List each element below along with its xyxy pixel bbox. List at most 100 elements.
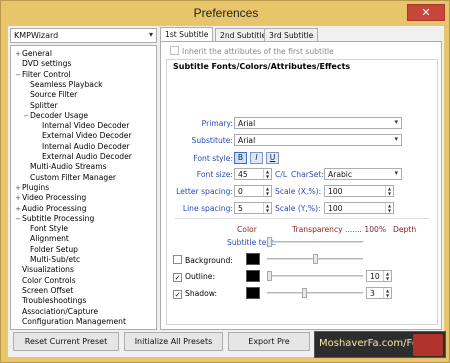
- background-transparency-slider[interactable]: [267, 254, 363, 264]
- background-color-swatch[interactable]: [246, 253, 260, 265]
- export-presets-button[interactable]: Export Pre: [228, 332, 310, 351]
- expander-icon[interactable]: +: [14, 183, 22, 193]
- tree-item[interactable]: −Filter Control: [14, 70, 71, 80]
- tree-item[interactable]: +General: [14, 49, 52, 59]
- tree-item[interactable]: Alignment: [22, 234, 69, 244]
- background-checkbox-box[interactable]: [173, 255, 182, 264]
- line-spacing-value: 5: [238, 204, 243, 213]
- scale-y-label: Scale (Y,%):: [275, 204, 321, 213]
- spinner-arrows-icon[interactable]: ▲ ▼: [385, 203, 393, 213]
- tree-item[interactable]: Font Style: [22, 224, 68, 234]
- tree-item[interactable]: Color Controls: [14, 276, 76, 286]
- subtitle-text-transparency-slider[interactable]: [267, 237, 363, 247]
- font-style-label: Font style:: [193, 154, 233, 163]
- tree-item[interactable]: External Audio Decoder: [34, 152, 132, 162]
- expander-icon[interactable]: +: [14, 49, 22, 59]
- spinner-arrows-icon[interactable]: ▲ ▼: [263, 169, 271, 179]
- tree-item[interactable]: External Video Decoder: [34, 131, 132, 141]
- expander-icon[interactable]: −: [14, 214, 22, 224]
- slider-thumb[interactable]: [302, 288, 307, 298]
- slider-thumb[interactable]: [313, 254, 318, 264]
- outline-label: Outline:: [185, 272, 216, 281]
- reset-current-preset-button[interactable]: Reset Current Preset: [13, 332, 119, 351]
- primary-font-label: Primary:: [201, 119, 233, 128]
- preferences-window: Preferences ✕ KMPWizard ▾ +General DVD se…: [0, 0, 450, 363]
- outline-checkbox-box[interactable]: ✓: [173, 273, 182, 282]
- tree-item[interactable]: +Video Processing: [14, 193, 86, 203]
- spinner-arrows-icon[interactable]: ▲ ▼: [263, 203, 271, 213]
- chevron-down-icon: ▾: [394, 169, 398, 177]
- tree-item[interactable]: Internal Video Decoder: [34, 121, 129, 131]
- tree-item[interactable]: Troubleshootings: [14, 296, 86, 306]
- close-button[interactable]: ✕: [407, 4, 445, 21]
- scale-y-spinner[interactable]: 100 ▲ ▼: [324, 202, 394, 214]
- outline-depth-spinner[interactable]: 10 ▲ ▼: [366, 270, 392, 282]
- spinner-arrows-icon[interactable]: ▲ ▼: [263, 186, 271, 196]
- tree-item[interactable]: +Plugins: [14, 183, 49, 193]
- slider-track: [267, 241, 363, 243]
- letter-spacing-spinner[interactable]: 0 ▲ ▼: [234, 185, 272, 197]
- slider-thumb[interactable]: [267, 271, 272, 281]
- tree-item[interactable]: Multi-Sub/etc: [22, 255, 80, 265]
- expander-icon[interactable]: +: [14, 193, 22, 203]
- tree-item[interactable]: Multi-Audio Streams: [22, 162, 107, 172]
- primary-font-dropdown[interactable]: Arial ▾: [234, 117, 402, 129]
- bold-button[interactable]: B: [234, 152, 247, 164]
- tree-item-label: Custom Filter Manager: [30, 172, 117, 182]
- shadow-depth-spinner[interactable]: 3 ▲ ▼: [366, 287, 392, 299]
- outline-checkbox[interactable]: ✓ Outline:: [173, 272, 215, 282]
- tree-item[interactable]: Screen Offset: [14, 286, 73, 296]
- shadow-color-swatch[interactable]: [246, 287, 260, 299]
- tree-item[interactable]: Internal Audio Decoder: [34, 142, 130, 152]
- transparency-header: Transparency ....... 100%: [292, 225, 387, 234]
- expander-icon[interactable]: −: [14, 70, 22, 80]
- tree-item[interactable]: DVD settings: [14, 59, 71, 69]
- tree-item[interactable]: Folder Setup: [22, 245, 78, 255]
- outline-color-swatch[interactable]: [246, 270, 260, 282]
- slider-track: [267, 292, 363, 294]
- title-bar: Preferences ✕: [1, 1, 450, 27]
- underline-button[interactable]: U: [266, 152, 279, 164]
- charset-dropdown[interactable]: Arabic ▾: [324, 168, 402, 180]
- italic-button[interactable]: I: [250, 152, 263, 164]
- tree-item[interactable]: −Subtitle Processing: [14, 214, 94, 224]
- chevron-down-icon: ▾: [148, 30, 153, 39]
- letter-spacing-value: 0: [238, 187, 243, 196]
- tree-item[interactable]: Configuration Management: [14, 317, 126, 327]
- outline-transparency-slider[interactable]: [267, 271, 363, 281]
- background-checkbox[interactable]: Background:: [173, 255, 233, 265]
- tab-3rd-subtitle[interactable]: 3rd Subtitle: [264, 28, 319, 42]
- charset-label: CharSet:: [291, 170, 324, 179]
- line-spacing-spinner[interactable]: 5 ▲ ▼: [234, 202, 272, 214]
- inherit-checkbox[interactable]: Inherit the attributes of the first subt…: [170, 46, 334, 56]
- tree-item[interactable]: Seamless Playback: [22, 80, 103, 90]
- settings-tree[interactable]: +General DVD settings −Filter Control Seaml…: [10, 45, 157, 330]
- shadow-checkbox-box[interactable]: ✓: [173, 290, 182, 299]
- substitute-font-dropdown[interactable]: Arial ▾: [234, 134, 402, 146]
- tab-2nd-subtitle[interactable]: 2nd Subtitle: [215, 28, 272, 42]
- font-size-value: 45: [238, 170, 248, 179]
- expander-icon[interactable]: −: [22, 111, 30, 121]
- tree-item[interactable]: Custom Filter Manager: [22, 173, 116, 183]
- font-size-spinner[interactable]: 45 ▲ ▼: [234, 168, 272, 180]
- slider-thumb[interactable]: [267, 237, 272, 247]
- inherit-checkbox-label: Inherit the attributes of the first subt…: [182, 47, 334, 56]
- tree-item[interactable]: Splitter: [22, 101, 58, 111]
- spinner-arrows-icon[interactable]: ▲ ▼: [385, 186, 393, 196]
- shadow-transparency-slider[interactable]: [267, 288, 363, 298]
- scale-x-spinner[interactable]: 100 ▲ ▼: [324, 185, 394, 197]
- preset-dropdown[interactable]: KMPWizard ▾: [10, 28, 157, 43]
- tree-item[interactable]: +Audio Processing: [14, 204, 86, 214]
- spinner-arrows-icon[interactable]: ▲ ▼: [383, 288, 391, 298]
- tree-item[interactable]: Association/Capture: [14, 307, 98, 317]
- tree-item[interactable]: Visualizations: [14, 265, 74, 275]
- tree-item[interactable]: −Decoder Usage: [22, 111, 88, 121]
- expander-icon[interactable]: +: [14, 204, 22, 214]
- initialize-all-presets-button[interactable]: Initialize All Presets: [124, 332, 223, 351]
- tree-item-label: Seamless Playback: [30, 79, 103, 89]
- inherit-checkbox-box[interactable]: [170, 46, 179, 55]
- spinner-arrows-icon[interactable]: ▲ ▼: [383, 271, 391, 281]
- tree-item-label: Decoder Usage: [30, 110, 89, 120]
- shadow-checkbox[interactable]: ✓ Shadow:: [173, 289, 217, 299]
- tree-item[interactable]: Source Filter: [22, 90, 77, 100]
